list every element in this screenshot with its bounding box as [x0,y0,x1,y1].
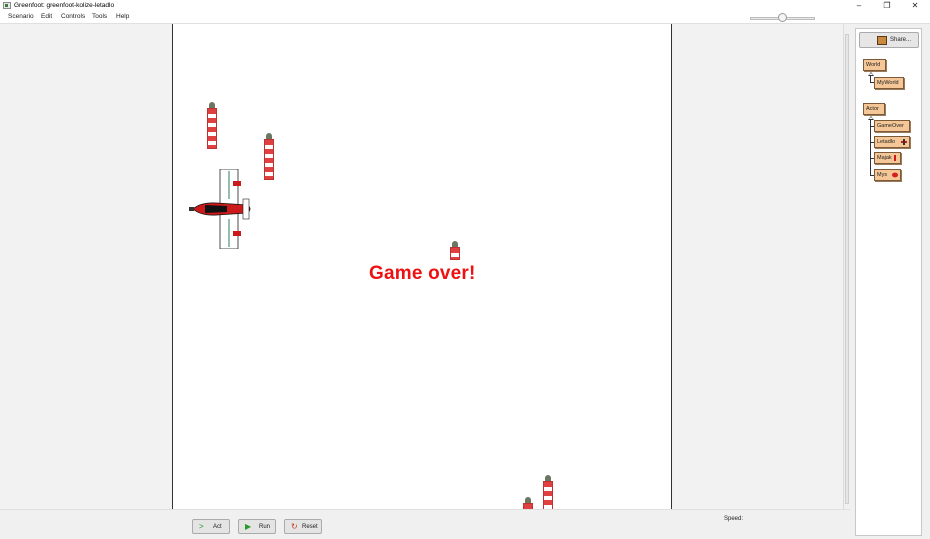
reset-label: Reset [302,524,318,530]
share-icon [877,36,887,45]
class-world[interactable]: World [863,59,886,71]
tree-line [870,120,871,176]
lighthouse-icon [894,155,896,161]
lighthouse-tower [450,247,460,260]
greenfoot-app-icon [3,2,11,9]
class-letadlo[interactable]: Letadlo [874,136,910,148]
window-title: Greenfoot: greenfoot-kolize-letadlo [14,2,115,9]
class-actor-label: Actor [866,106,879,112]
airplane-actor[interactable] [187,169,257,249]
class-panel: Share... World MyWorld Actor GameOver Le… [855,28,922,536]
run-label: Run [259,524,271,530]
menu-help[interactable]: Help [116,11,129,23]
vertical-scrollbar[interactable] [843,24,850,509]
class-gameover-label: GameOver [877,123,904,129]
close-button[interactable]: ✕ [901,0,929,11]
class-mys[interactable]: Mys [874,169,901,181]
airplane-icon [901,139,907,145]
control-bar: > Act ▶ Run ↻ Reset Speed: [0,509,850,539]
scrollbar-thumb[interactable] [845,34,849,504]
menu-edit[interactable]: Edit [41,11,52,23]
menu-scenario[interactable]: Scenario [8,11,34,23]
class-gameover[interactable]: GameOver [874,120,910,132]
act-label: Act [213,524,222,530]
lighthouse-tower [543,481,553,509]
class-majak-label: Majak [877,155,892,161]
right-empty-pane [673,24,843,509]
class-actor[interactable]: Actor [863,103,885,115]
lighthouse-tower [207,108,217,149]
run-play-icon: ▶ [245,522,252,531]
inheritance-arrow-icon [868,72,874,76]
mouse-icon [892,172,898,178]
share-button[interactable]: Share... [859,32,919,48]
class-letadlo-label: Letadlo [877,139,896,145]
lighthouse-tower [264,139,274,180]
class-majak[interactable]: Majak [874,152,901,164]
title-bar: Greenfoot: greenfoot-kolize-letadlo – ❐ … [0,0,930,11]
act-arrow-icon: > [199,522,204,531]
menu-controls[interactable]: Controls [61,11,85,23]
left-empty-pane [0,24,172,509]
class-mys-label: Mys [877,172,888,178]
speed-slider-thumb[interactable] [778,13,787,22]
act-button[interactable]: > Act [192,519,230,534]
class-myworld[interactable]: MyWorld [874,77,904,89]
maximize-button[interactable]: ❐ [873,0,901,11]
minimize-button[interactable]: – [845,0,873,11]
run-button[interactable]: ▶ Run [238,519,276,534]
reset-icon: ↻ [291,522,298,531]
game-over-text: Game over! [369,263,476,284]
speed-label: Speed: [724,516,744,522]
class-world-label: World [866,62,881,68]
share-label: Share... [890,37,912,43]
class-myworld-label: MyWorld [877,80,899,86]
world-view[interactable]: Game over! [172,24,672,509]
menu-tools[interactable]: Tools [92,11,107,23]
reset-button[interactable]: ↻ Reset [284,519,322,534]
